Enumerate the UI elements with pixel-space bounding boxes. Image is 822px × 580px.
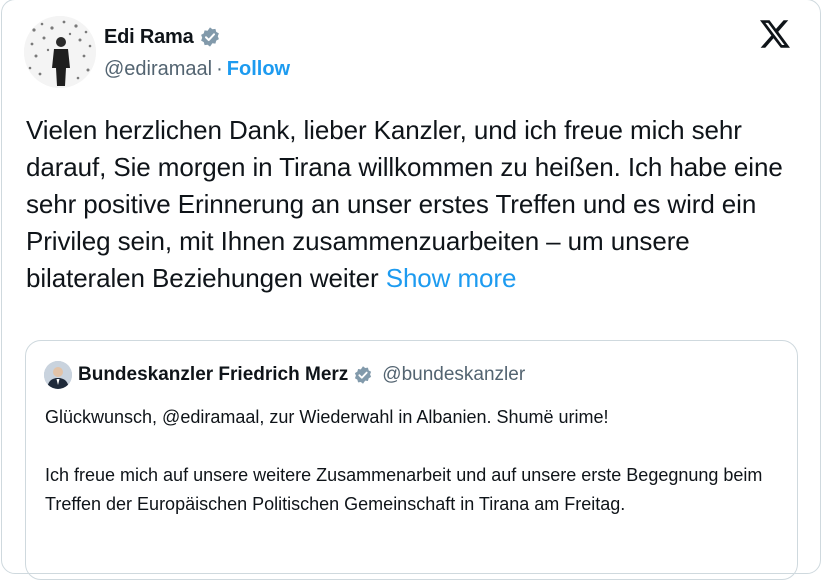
author-name[interactable]: Edi Rama bbox=[104, 26, 194, 49]
quoted-tweet[interactable]: Bundeskanzler Friedrich Merz @bundeskanz… bbox=[25, 340, 798, 580]
quoted-author-handle[interactable]: @bundeskanzler bbox=[382, 364, 525, 386]
show-more-link[interactable]: Show more bbox=[386, 263, 517, 293]
quoted-author-avatar[interactable] bbox=[44, 361, 72, 389]
verified-badge-icon bbox=[200, 27, 219, 47]
quoted-tweet-header: Bundeskanzler Friedrich Merz @bundeskanz… bbox=[44, 361, 525, 389]
x-logo-icon[interactable] bbox=[760, 20, 790, 48]
tweet-card[interactable]: Edi Rama @ediramaal · Follow Vielen herz… bbox=[1, 0, 821, 580]
quoted-author-name[interactable]: Bundeskanzler Friedrich Merz bbox=[78, 364, 348, 386]
quoted-tweet-text: Glückwunsch, @ediramaal, zur Wiederwahl … bbox=[45, 403, 785, 548]
quoted-paragraph-2: Ich freue mich auf unsere weitere Zusamm… bbox=[45, 465, 763, 514]
author-handle[interactable]: @ediramaal bbox=[104, 58, 212, 81]
quoted-paragraph-1: Glückwunsch, @ediramaal, zur Wiederwahl … bbox=[45, 407, 609, 427]
follow-button[interactable]: Follow bbox=[227, 58, 290, 81]
author-avatar[interactable] bbox=[24, 16, 96, 88]
verified-badge-icon bbox=[355, 366, 372, 384]
tweet-text: Vielen herzlichen Dank, lieber Kanzler, … bbox=[26, 112, 806, 297]
tweet-header: Edi Rama @ediramaal · Follow bbox=[24, 16, 290, 88]
separator-dot: · bbox=[216, 57, 223, 80]
